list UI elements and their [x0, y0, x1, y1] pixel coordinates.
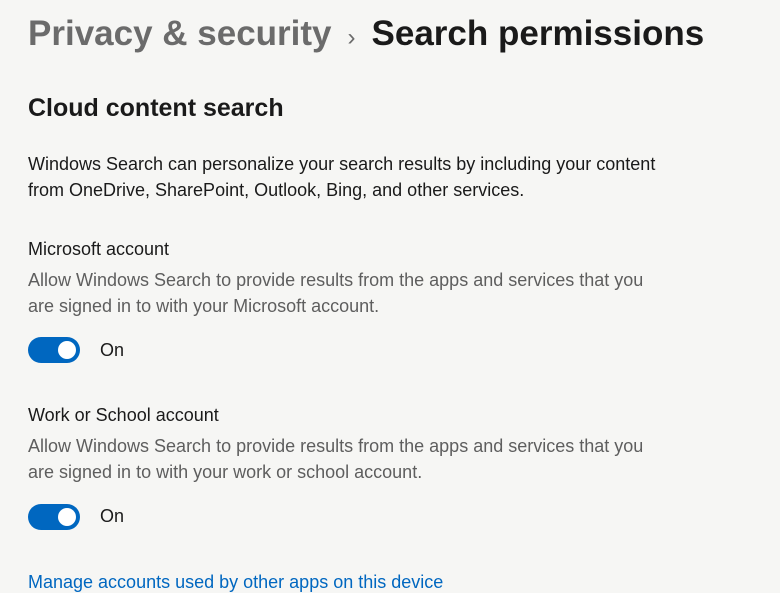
- toggle-work-school-account[interactable]: [28, 504, 80, 530]
- section-title: Cloud content search: [28, 94, 752, 123]
- toggle-row: On: [28, 337, 752, 363]
- setting-description: Allow Windows Search to provide results …: [28, 433, 668, 485]
- manage-accounts-link[interactable]: Manage accounts used by other apps on th…: [28, 572, 443, 593]
- toggle-row: On: [28, 504, 752, 530]
- section-description: Windows Search can personalize your sear…: [28, 151, 668, 203]
- setting-microsoft-account: Microsoft account Allow Windows Search t…: [28, 239, 752, 363]
- chevron-right-icon: ›: [348, 24, 356, 52]
- toggle-knob: [58, 508, 76, 526]
- toggle-knob: [58, 341, 76, 359]
- setting-description: Allow Windows Search to provide results …: [28, 267, 668, 319]
- setting-label: Work or School account: [28, 405, 752, 426]
- setting-work-school-account: Work or School account Allow Windows Sea…: [28, 405, 752, 529]
- toggle-state-label: On: [100, 340, 124, 361]
- toggle-microsoft-account[interactable]: [28, 337, 80, 363]
- toggle-state-label: On: [100, 506, 124, 527]
- breadcrumb-parent[interactable]: Privacy & security: [28, 14, 332, 54]
- setting-label: Microsoft account: [28, 239, 752, 260]
- breadcrumb-current: Search permissions: [372, 14, 705, 54]
- breadcrumb: Privacy & security › Search permissions: [28, 14, 752, 54]
